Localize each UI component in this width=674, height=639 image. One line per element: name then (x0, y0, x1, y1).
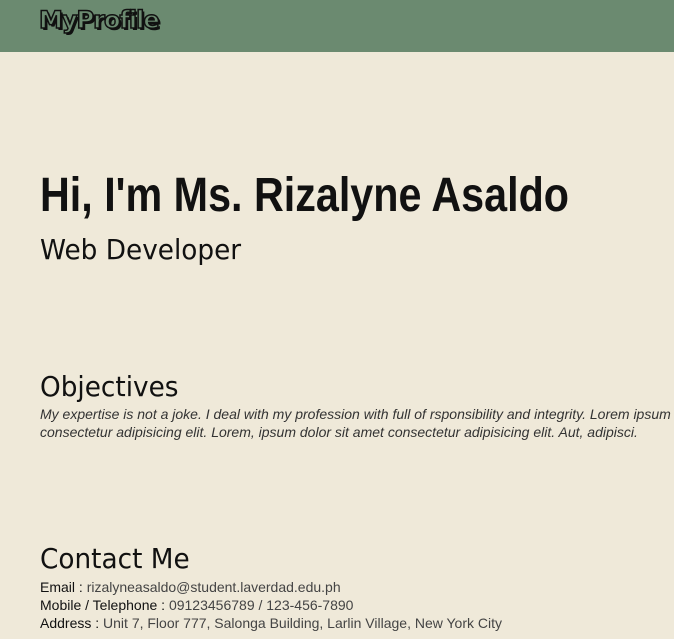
hero-name-heading: Hi, I'm Ms. Rizalyne Asaldo (40, 169, 570, 222)
phone-label: Mobile / Telephone : (40, 597, 166, 613)
address-label: Address : (40, 615, 100, 631)
contact-address-row: Address : Unit 7, Floor 777, Salonga Bui… (40, 614, 502, 632)
email-value: rizalyneasaldo@student.laverdad.edu.ph (86, 579, 341, 595)
phone-value: 09123456789 / 123-456-7890 (168, 597, 354, 613)
email-label: Email : (40, 579, 83, 595)
site-logo[interactable]: MyProfile (38, 5, 160, 35)
objectives-line-1: My expertise is not a joke. I deal with … (40, 406, 674, 422)
contact-email-row: Email : rizalyneasaldo@student.laverdad.… (40, 578, 502, 596)
hero-role-subtitle: Web Developer (40, 233, 242, 266)
objectives-paragraph: My expertise is not a joke. I deal with … (40, 405, 674, 441)
objectives-line-2: consectetur adipisicing elit. Lorem, ips… (40, 424, 638, 440)
contact-heading: Contact Me (40, 542, 190, 575)
objectives-heading: Objectives (40, 370, 179, 403)
address-value: Unit 7, Floor 777, Salonga Building, Lar… (103, 615, 502, 631)
contact-list: Email : rizalyneasaldo@student.laverdad.… (40, 578, 502, 632)
contact-phone-row: Mobile / Telephone : 09123456789 / 123-4… (40, 596, 502, 614)
top-header-bar: MyProfile (0, 0, 674, 52)
